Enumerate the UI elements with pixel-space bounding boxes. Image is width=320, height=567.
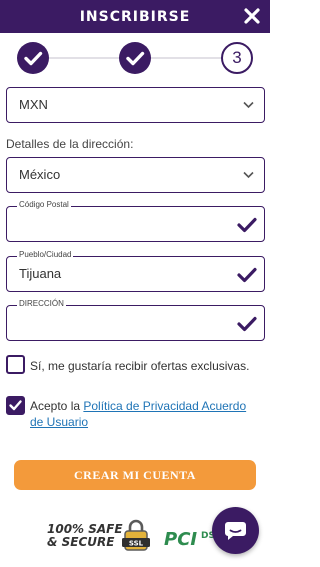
postal-code-field[interactable]: Código Postal	[6, 200, 265, 242]
pci-text: PCI	[164, 529, 197, 550]
country-select[interactable]: México	[6, 157, 265, 193]
step-connector	[150, 57, 222, 59]
city-field[interactable]: Pueblo/Ciudad Tijuana	[6, 250, 265, 292]
chevron-down-icon	[243, 101, 254, 109]
check-icon	[9, 400, 22, 411]
terms-checkbox-label: Acepto la Política de Privacidad Acuerdo…	[30, 398, 255, 430]
postal-code-label: Código Postal	[17, 200, 71, 209]
pci-dss-badge: PCI DSS	[164, 529, 215, 550]
country-value: México	[19, 167, 61, 182]
check-icon	[237, 267, 257, 283]
step-3-current: 3	[221, 42, 253, 74]
terms-checkbox[interactable]	[6, 396, 25, 415]
modal-title: INSCRIBIRSE	[79, 9, 191, 25]
check-icon	[24, 51, 43, 66]
chevron-down-icon	[243, 171, 254, 179]
check-icon	[237, 217, 257, 233]
city-label: Pueblo/Ciudad	[17, 250, 74, 259]
ssl-text: SSL	[129, 540, 144, 548]
address-section-label: Detalles de la dirección:	[6, 137, 134, 151]
chat-button[interactable]	[212, 507, 259, 554]
address-label: DIRECCIÓN	[17, 299, 66, 308]
offers-checkbox-label: Sí, me gustaría recibir ofertas exclusiv…	[30, 359, 250, 373]
city-value: Tijuana	[19, 266, 62, 281]
safe-secure-badge: 100% SAFE & SECURE	[47, 523, 123, 549]
check-icon	[126, 51, 145, 66]
step-2-complete	[119, 42, 151, 74]
chat-icon	[225, 522, 246, 540]
ssl-lock-icon: SSL	[122, 519, 150, 551]
progress-stepper: 3	[0, 33, 270, 83]
address-field[interactable]: DIRECCIÓN	[6, 299, 265, 341]
currency-value: MXN	[19, 97, 48, 112]
create-account-button[interactable]: CREAR MI CUENTA	[14, 460, 256, 490]
step-connector	[48, 57, 120, 59]
check-icon	[237, 316, 257, 332]
safe-secure-line2: & SECURE	[47, 535, 115, 549]
currency-select[interactable]: MXN	[6, 87, 265, 123]
close-icon[interactable]	[240, 4, 264, 28]
step-1-complete	[17, 42, 49, 74]
modal-header: INSCRIBIRSE	[0, 0, 270, 33]
terms-prefix: Acepto la	[30, 399, 84, 413]
offers-checkbox[interactable]	[6, 355, 25, 374]
